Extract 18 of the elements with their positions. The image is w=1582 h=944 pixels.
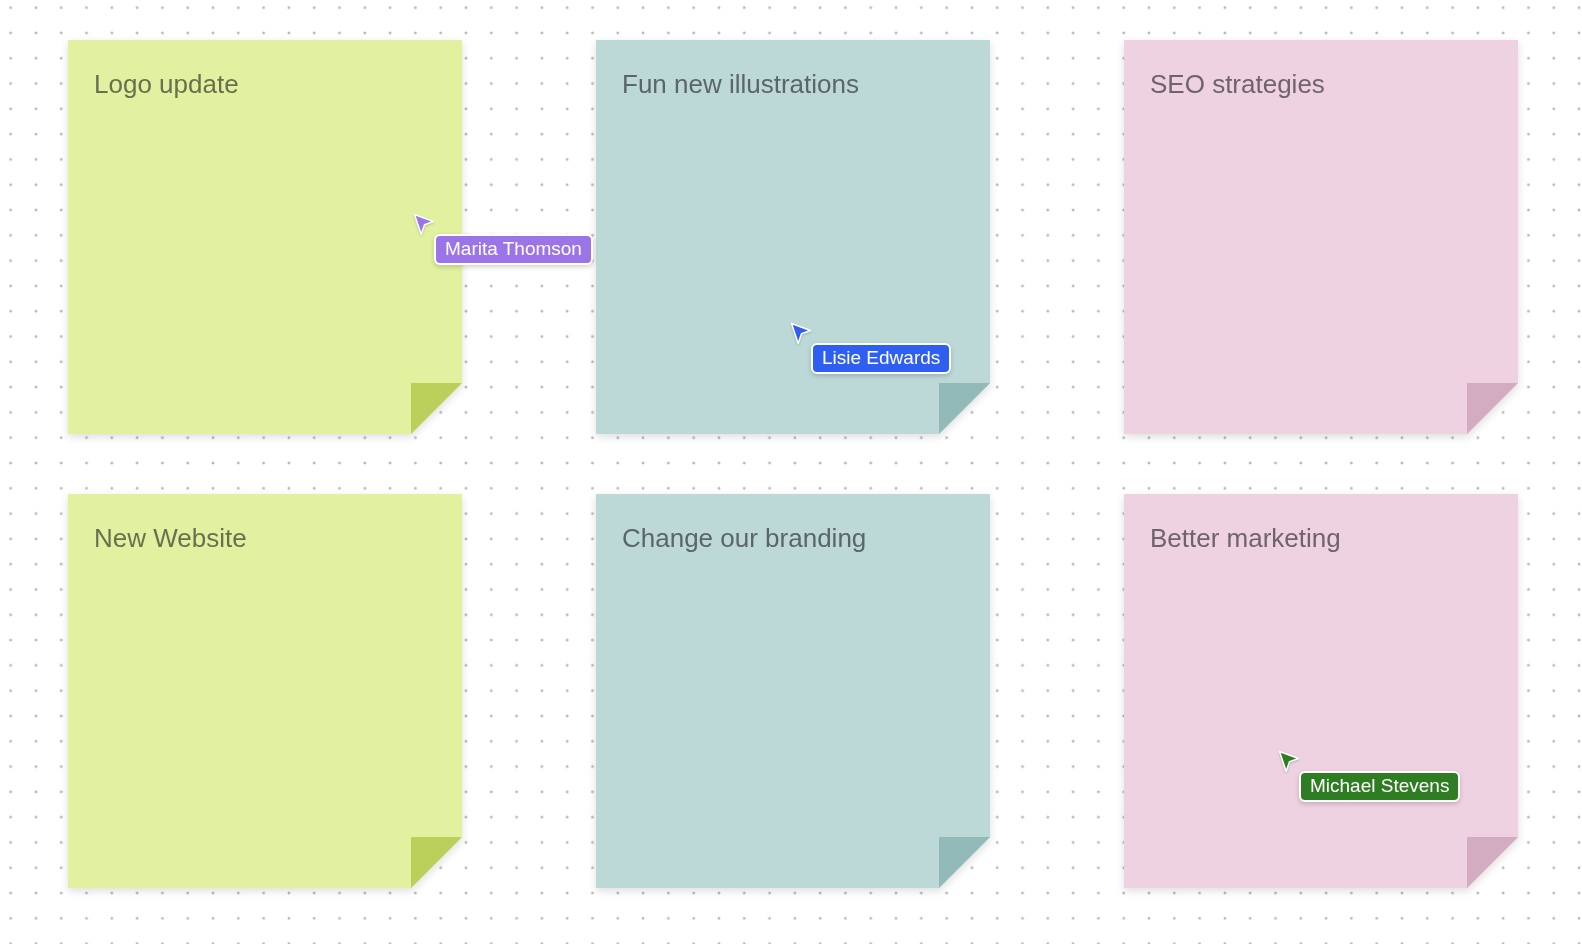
folded-corner-icon bbox=[411, 383, 462, 434]
sticky-note[interactable]: Change our branding bbox=[596, 494, 990, 888]
user-name-label: Marita Thomson bbox=[434, 234, 593, 265]
note-title: SEO strategies bbox=[1150, 69, 1325, 99]
note-title: Logo update bbox=[94, 69, 239, 99]
note-title: Change our branding bbox=[622, 523, 867, 553]
note-title: New Website bbox=[94, 523, 247, 553]
folded-corner-icon bbox=[939, 837, 990, 888]
folded-corner-icon bbox=[411, 837, 462, 888]
sticky-note[interactable]: SEO strategies bbox=[1124, 40, 1518, 434]
user-name-label: Michael Stevens bbox=[1299, 771, 1461, 802]
user-name-label: Lisie Edwards bbox=[811, 343, 952, 374]
folded-corner-icon bbox=[1467, 837, 1518, 888]
folded-corner-icon bbox=[939, 383, 990, 434]
sticky-note[interactable]: New Website bbox=[68, 494, 462, 888]
note-title: Better marketing bbox=[1150, 523, 1341, 553]
folded-corner-icon bbox=[1467, 383, 1518, 434]
note-title: Fun new illustrations bbox=[622, 69, 859, 99]
